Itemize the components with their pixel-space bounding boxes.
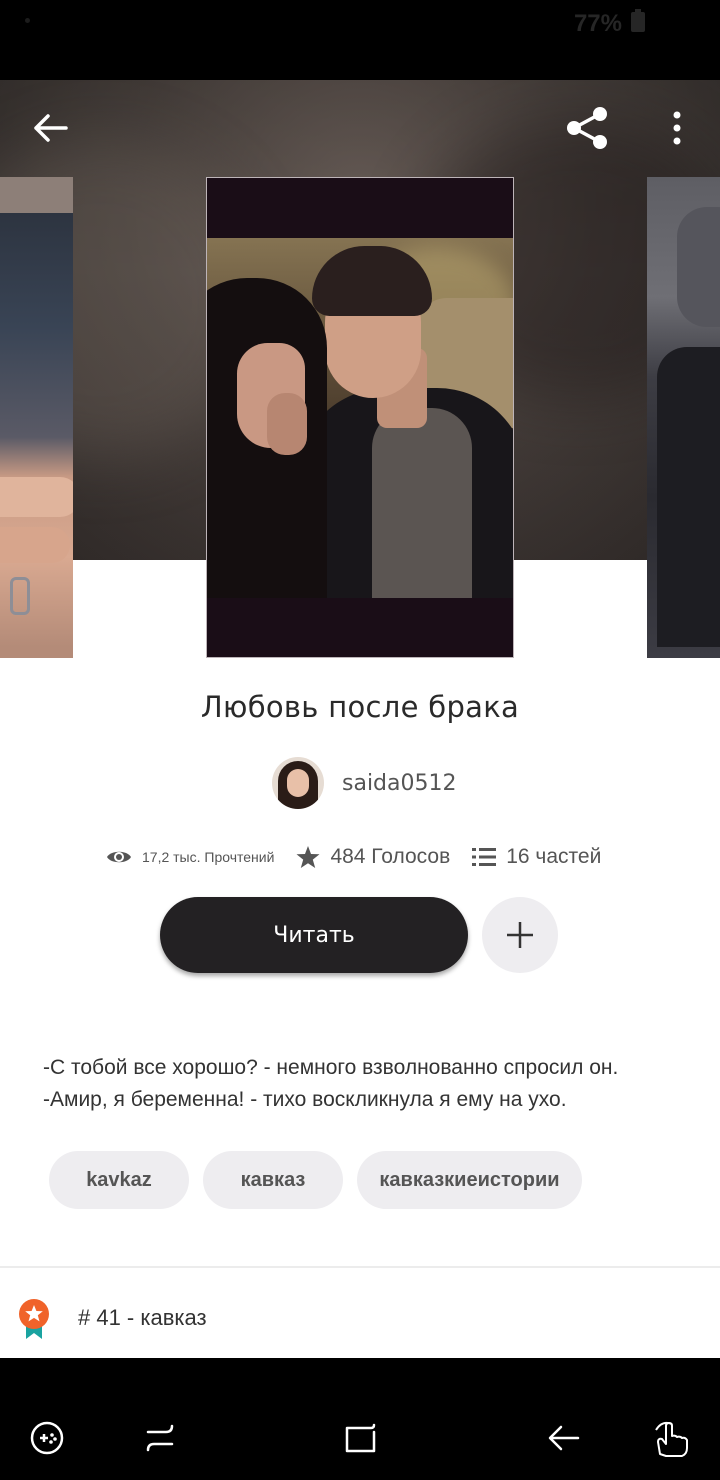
next-story-cover[interactable] (647, 177, 720, 658)
tag-list: kavkaz кавказ кавказкиеистории (49, 1151, 596, 1209)
story-stats: 17,2 тыс. Прочтений 484 Голосов 16 часте… (106, 840, 601, 874)
votes-stat: 484 Голосов (296, 845, 450, 869)
story-description: -С тобой все хорошо? - немного взволнова… (43, 1052, 683, 1116)
previous-story-cover[interactable] (0, 177, 73, 658)
notification-dot (25, 18, 30, 23)
add-to-library-button[interactable] (482, 897, 558, 973)
game-tools-icon[interactable] (27, 1418, 67, 1458)
status-bar: 77% (0, 0, 720, 80)
reads-count: 17,2 тыс. Прочтений (142, 849, 275, 865)
star-icon (296, 846, 320, 868)
touch-icon[interactable] (652, 1418, 692, 1458)
tag-chip[interactable]: kavkaz (49, 1151, 189, 1209)
arrow-back-icon[interactable] (30, 112, 70, 144)
battery-percentage: 77% (573, 10, 622, 37)
read-button[interactable]: Читать (160, 897, 468, 973)
tag-chip[interactable]: кавказкиеистории (357, 1151, 582, 1209)
parts-count: 16 частей (506, 845, 602, 868)
description-line: -С тобой все хорошо? - немного взволнова… (43, 1056, 619, 1079)
tag-chip[interactable]: кавказ (203, 1151, 343, 1209)
story-title: Любовь после брака (200, 690, 520, 724)
plus-icon (507, 922, 533, 948)
parts-stat: 16 частей (472, 845, 601, 869)
eye-icon (107, 851, 131, 863)
home-icon[interactable] (341, 1418, 381, 1458)
author-name[interactable]: saida0512 (342, 771, 457, 796)
story-cover[interactable] (206, 177, 514, 658)
votes-count: 484 Голосов (330, 845, 451, 868)
share-icon[interactable] (562, 104, 612, 152)
recent-apps-icon[interactable] (140, 1418, 180, 1458)
reads-stat: 17,2 тыс. Прочтений (106, 848, 274, 866)
rank-badge-icon (19, 1299, 49, 1339)
rank-text[interactable]: # 41 - кавказ (78, 1305, 207, 1331)
description-line: -Амир, я беременна! - тихо воскликнула я… (43, 1088, 567, 1111)
divider (0, 1266, 720, 1268)
cover-photo (207, 238, 513, 598)
list-icon (472, 848, 497, 866)
more-vertical-icon[interactable] (664, 110, 690, 146)
battery-icon (631, 9, 645, 32)
author-avatar[interactable] (272, 757, 324, 809)
author-link[interactable]: saida0512 (272, 756, 457, 810)
back-icon[interactable] (544, 1418, 584, 1458)
